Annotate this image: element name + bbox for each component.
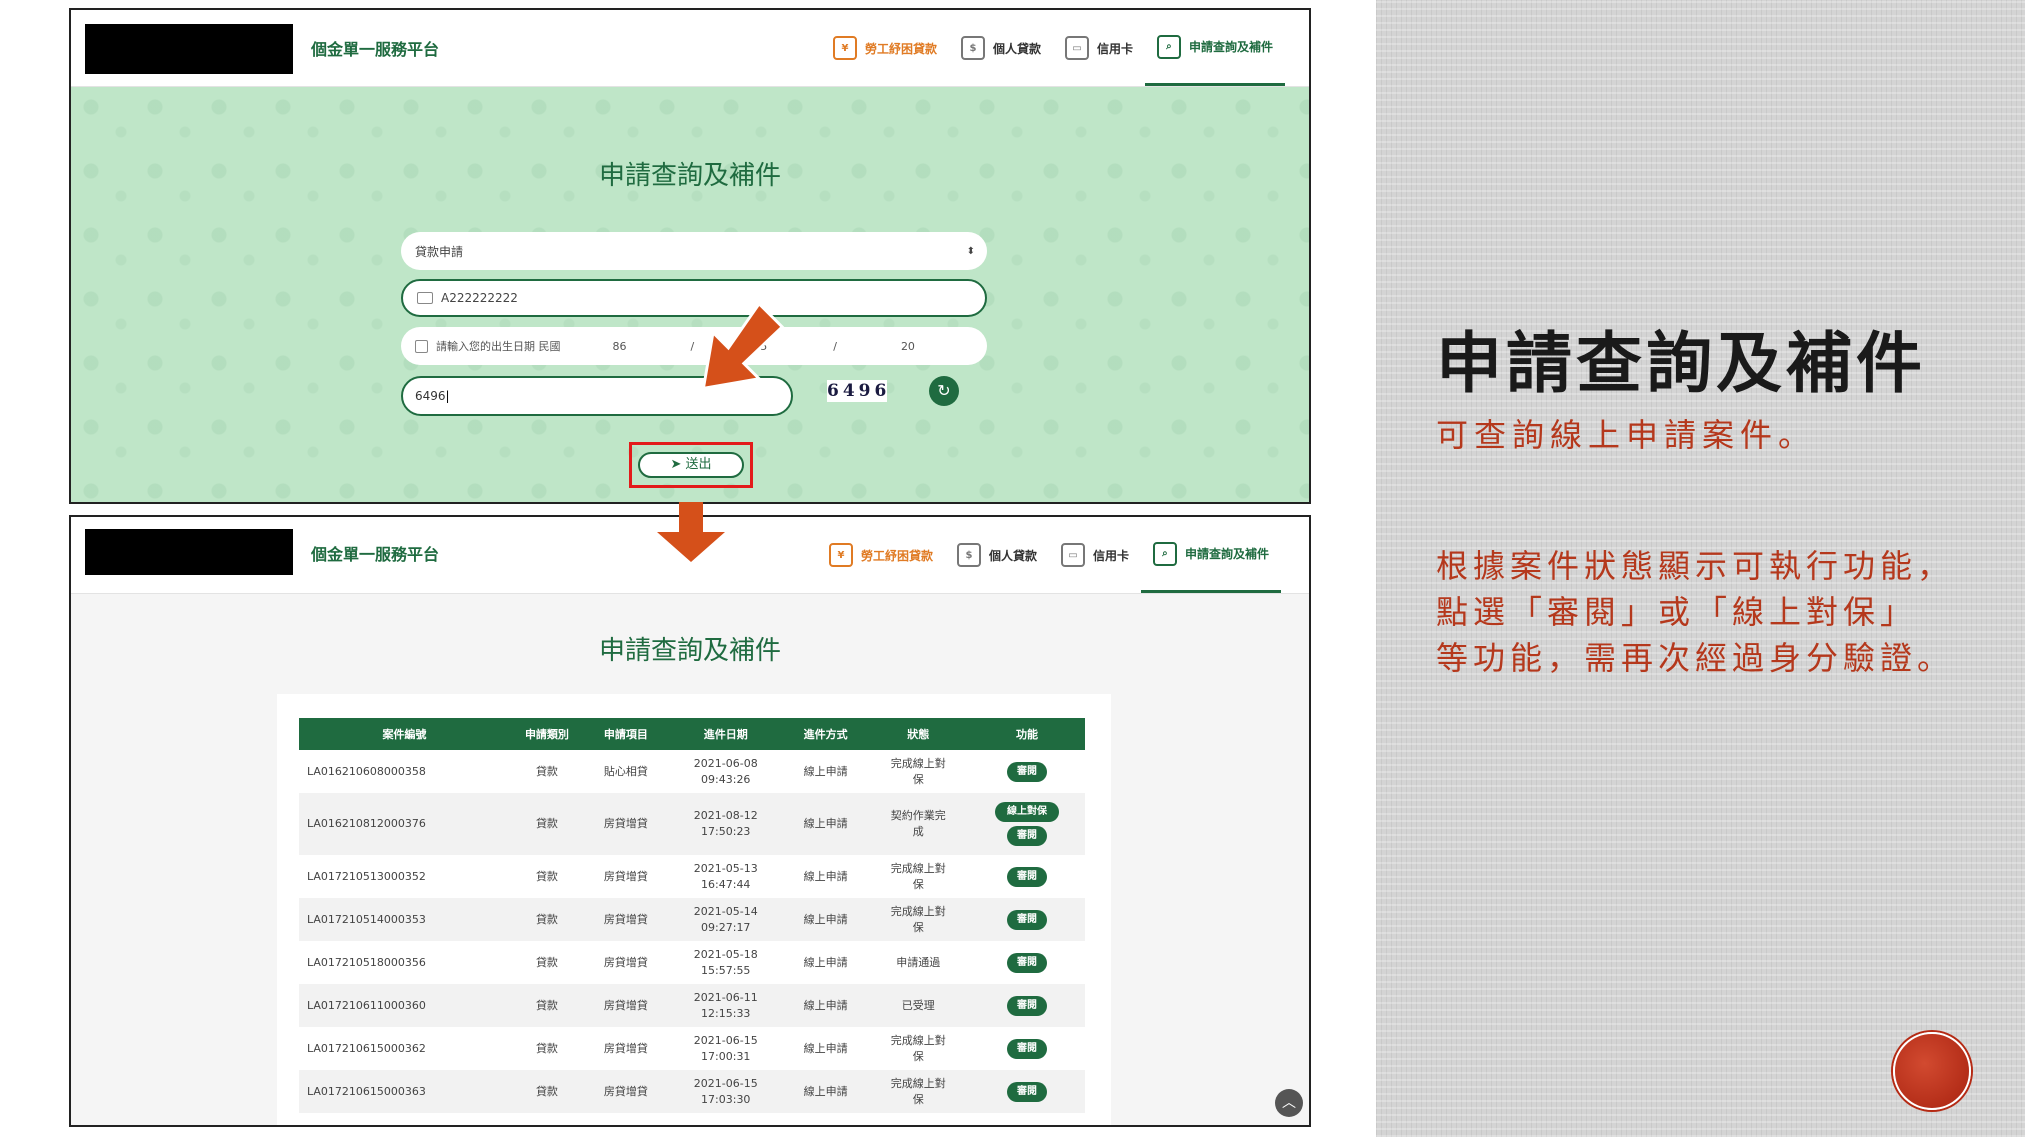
chevron-up-icon: ︿ (1282, 1095, 1296, 1111)
top-nav-bar: 個金單一服務平台 ¥ 勞工紓困貸款 $ 個人貸款 ▭ 信用卡 ⌕ 申請查詢及補件 (71, 10, 1309, 87)
slide-subtitle: 可查詢線上申請案件。 (1436, 416, 1817, 454)
nav-item-application-query-2[interactable]: ⌕ 申請查詢及補件 (1140, 517, 1281, 593)
nav-item-credit-card[interactable]: ▭ 信用卡 (1053, 10, 1145, 86)
birthdate-label: 請輸入您的出生日期 民國 (436, 340, 561, 353)
table-row: LA017210513000352 貸款 房貸增貸 2021-05-13 16:4… (299, 855, 1085, 898)
refresh-icon: ↻ (937, 381, 951, 400)
application-type-select[interactable]: 貸款申請 ⬍ (401, 232, 987, 270)
relief-loan-icon: ¥ (832, 36, 857, 60)
main-nav-2: ¥ 勞工紓困貸款 $ 個人貸款 ▭ 信用卡 ⌕ 申請查詢及補件 (817, 517, 1281, 593)
logo-redacted-2 (85, 529, 293, 575)
results-card: 案件編號 申請類別 申請項目 進件日期 進件方式 狀態 功能 LA0162106… (277, 694, 1111, 1125)
id-card-icon (417, 292, 433, 304)
scroll-to-top-button[interactable]: ︿ (1275, 1089, 1303, 1117)
coin-icon: $ (960, 36, 985, 60)
birth-year-input[interactable]: 86 (613, 340, 627, 353)
review-button[interactable]: 審閱 (1006, 866, 1047, 887)
nav-item-personal-loan[interactable]: $ 個人貸款 (949, 10, 1053, 86)
table-row: LA016210608000358 貸款 貼心相貸 2021-06-08 09:4… (299, 750, 1085, 793)
col-category: 申請類別 (509, 718, 584, 750)
calendar-icon (415, 339, 428, 353)
coin-icon: $ (956, 543, 981, 567)
clipboard-search-icon: ⌕ (1152, 541, 1177, 566)
logo-redacted (85, 24, 293, 74)
relief-loan-icon: ¥ (828, 543, 853, 567)
results-area: 申請查詢及補件 案件編號 申請類別 申請項目 進件日期 進件方式 狀態 功能 L… (71, 594, 1309, 1125)
review-button[interactable]: 審閱 (1006, 1038, 1047, 1059)
decorative-circle (1893, 1032, 1971, 1110)
credit-card-icon: ▭ (1060, 543, 1085, 567)
col-method: 進件方式 (783, 718, 868, 750)
main-nav: ¥ 勞工紓困貸款 $ 個人貸款 ▭ 信用卡 ⌕ 申請查詢及補件 (821, 10, 1285, 86)
refresh-captcha-button[interactable]: ↻ (929, 376, 959, 406)
online-signing-button[interactable]: 線上對保 (994, 802, 1059, 822)
captcha-image: 6496 (827, 380, 891, 402)
nav-item-personal-loan-2[interactable]: $ 個人貸款 (945, 517, 1049, 593)
send-icon: ➤ (670, 457, 682, 472)
table-row: LA016210812000376 貸款 房貸增貸 2021-08-12 17:5… (299, 793, 1085, 855)
review-button[interactable]: 審閱 (1006, 826, 1047, 846)
nav-item-application-query[interactable]: ⌕ 申請查詢及補件 (1144, 10, 1285, 86)
table-header-row: 案件編號 申請類別 申請項目 進件日期 進件方式 狀態 功能 (299, 718, 1085, 750)
nav-item-relief-loan[interactable]: ¥ 勞工紓困貸款 (821, 10, 949, 86)
table-row: LA017210615000362 貸款 房貸增貸 2021-06-15 17:0… (299, 1027, 1085, 1070)
slide-description: 根據案件狀態顯示可執行功能， 點選「審閱」或「線上對保」 等功能，需再次經過身分… (1436, 547, 1955, 677)
submit-highlight-box: ➤ 送出 (629, 442, 753, 488)
slide-title: 申請查詢及補件 (1436, 324, 1926, 402)
table-row: LA017210514000353 貸款 房貸增貸 2021-05-14 09:2… (299, 898, 1085, 941)
nav-item-relief-loan-2[interactable]: ¥ 勞工紓困貸款 (817, 517, 945, 593)
screenshot-query-form: 個金單一服務平台 ¥ 勞工紓困貸款 $ 個人貸款 ▭ 信用卡 ⌕ 申請查詢及補件 申請查… (69, 8, 1311, 504)
submit-button[interactable]: ➤ 送出 (638, 452, 744, 478)
review-button[interactable]: 審閱 (1006, 952, 1047, 973)
select-arrow-icon: ⬍ (966, 245, 975, 257)
col-function: 功能 (968, 718, 1085, 750)
query-form-area: 申請查詢及補件 貸款申請 ⬍ A222222222 請輸入您的出生日期 民國 8… (71, 87, 1309, 502)
table-row: LA017210615000363 貸款 房貸增貸 2021-06-15 17:0… (299, 1070, 1085, 1113)
annotation-arrow-diagonal (701, 301, 785, 391)
form-title: 申請查詢及補件 (598, 161, 781, 191)
review-button[interactable]: 審閱 (1006, 995, 1047, 1016)
review-button[interactable]: 審閱 (1006, 761, 1047, 782)
cases-table: 案件編號 申請類別 申請項目 進件日期 進件方式 狀態 功能 LA0162106… (299, 718, 1085, 1113)
clipboard-search-icon: ⌕ (1156, 34, 1181, 59)
results-title: 申請查詢及補件 (598, 636, 781, 666)
site-name-2[interactable]: 個金單一服務平台 (311, 541, 439, 565)
col-item: 申請項目 (584, 718, 668, 750)
screenshot-query-results: 個金單一服務平台 ¥ 勞工紓困貸款 $ 個人貸款 ▭ 信用卡 ⌕ 申請查詢及補件 申請查… (69, 515, 1311, 1127)
site-name[interactable]: 個金單一服務平台 (311, 36, 439, 60)
birth-day-input[interactable]: 20 (901, 340, 915, 353)
review-button[interactable]: 審閱 (1006, 1081, 1047, 1102)
nav-item-credit-card-2[interactable]: ▭ 信用卡 (1049, 517, 1141, 593)
col-case-number: 案件編號 (299, 718, 510, 750)
col-date: 進件日期 (667, 718, 784, 750)
col-status: 狀態 (867, 718, 969, 750)
table-row: LA017210611000360 貸款 房貸增貸 2021-06-11 12:1… (299, 984, 1085, 1027)
review-button[interactable]: 審閱 (1006, 909, 1047, 930)
annotation-arrow-down (657, 502, 725, 562)
table-row: LA017210518000356 貸款 房貸增貸 2021-05-18 15:5… (299, 941, 1085, 984)
credit-card-icon: ▭ (1064, 36, 1089, 60)
